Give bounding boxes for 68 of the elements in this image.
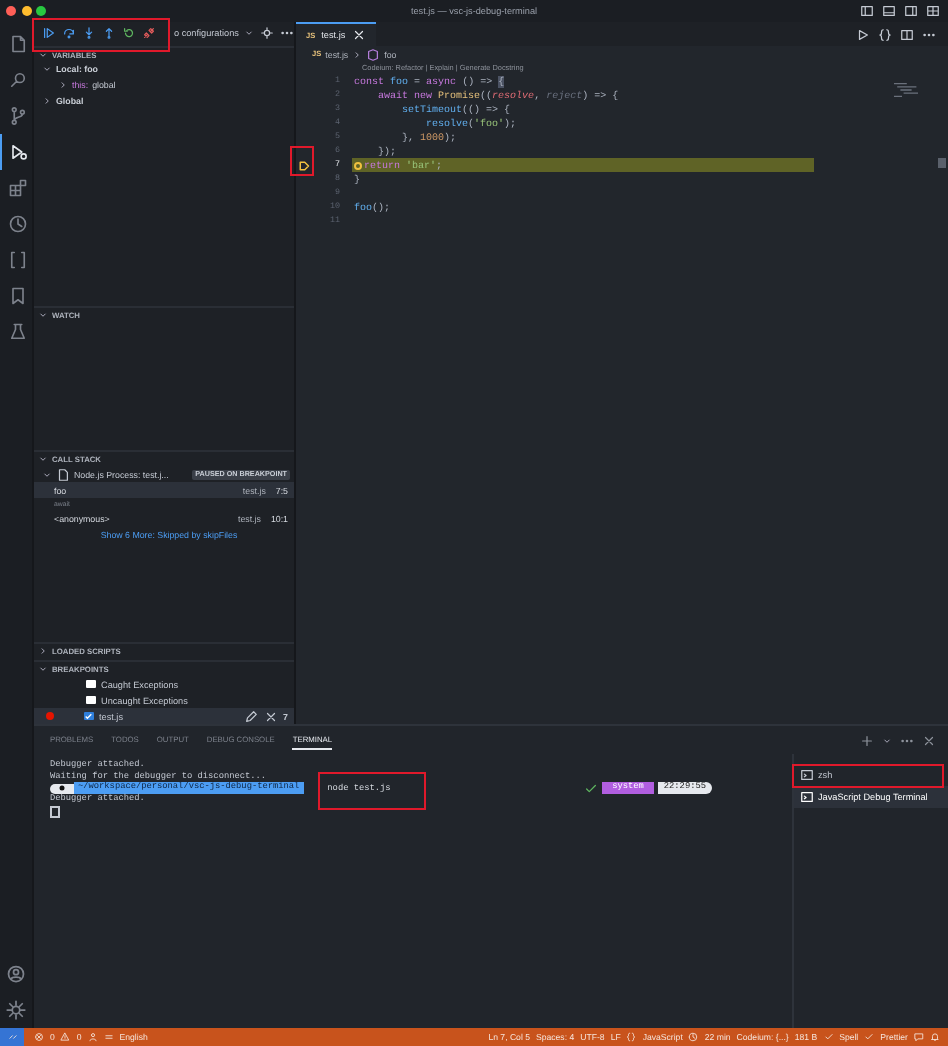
chevron-down-icon[interactable] <box>38 49 48 60</box>
clock-icon <box>7 214 27 234</box>
highlight-frame <box>290 146 314 176</box>
terminal-cursor <box>50 805 59 818</box>
checkbox[interactable] <box>86 679 95 689</box>
brackets-icon <box>7 250 27 270</box>
warning-icon <box>60 1032 71 1042</box>
breakpoint-dot[interactable] <box>46 712 54 720</box>
settings-icon[interactable] <box>6 1000 26 1020</box>
scrollbar-thumb[interactable] <box>938 158 946 168</box>
remote-icon <box>7 1032 17 1042</box>
chevron-down-icon[interactable] <box>244 28 255 39</box>
highlight-frame <box>318 772 426 810</box>
check-icon <box>584 781 599 795</box>
check-icon <box>823 1032 834 1042</box>
zoom-button[interactable] <box>36 6 46 16</box>
debug-pointer-icon <box>298 159 310 171</box>
extensions-icon <box>7 178 27 198</box>
restart-icon[interactable] <box>122 26 136 41</box>
chevron-right-icon[interactable] <box>352 49 363 59</box>
minimize-button[interactable] <box>21 6 31 16</box>
braces-icon[interactable] <box>878 27 892 41</box>
close-button[interactable] <box>6 6 16 16</box>
bookmark-icon <box>7 286 27 306</box>
person-icon <box>87 1032 98 1042</box>
continue-icon[interactable] <box>42 26 56 41</box>
search-icon <box>7 70 27 90</box>
chevron-right-icon[interactable] <box>42 96 52 107</box>
error-icon <box>34 1032 44 1042</box>
terminal-icon <box>800 768 814 782</box>
chevron-right-icon[interactable] <box>58 80 68 91</box>
checkbox[interactable] <box>84 711 93 721</box>
step-over-icon[interactable] <box>62 26 76 41</box>
clock-icon <box>688 1032 699 1042</box>
flask-icon <box>7 322 27 342</box>
files-icon <box>7 34 27 54</box>
chevron-down-icon[interactable] <box>882 735 892 745</box>
terminal-icon <box>800 790 814 804</box>
chevron-down-icon[interactable] <box>38 664 48 674</box>
close-icon[interactable] <box>263 709 278 723</box>
step-out-icon[interactable] <box>102 26 116 41</box>
braces-icon <box>626 1032 637 1042</box>
lines-icon <box>103 1032 114 1042</box>
check-icon <box>864 1032 875 1042</box>
pencil-icon[interactable] <box>243 709 258 723</box>
chevron-right-icon[interactable] <box>38 646 48 657</box>
branch-icon <box>7 106 27 126</box>
split-layout-icon[interactable] <box>904 4 918 18</box>
split-editor-icon[interactable] <box>900 27 914 41</box>
grid-layout-icon[interactable] <box>926 4 940 18</box>
chevron-down-icon[interactable] <box>38 310 48 321</box>
step-into-icon[interactable] <box>82 26 96 41</box>
activity-tab[interactable] <box>0 134 32 170</box>
run-icon[interactable] <box>856 27 870 41</box>
settings-icon[interactable] <box>260 26 275 41</box>
plus-icon[interactable] <box>860 733 874 747</box>
disconnect-icon[interactable] <box>142 26 156 41</box>
bell-icon[interactable] <box>930 1032 940 1042</box>
panel-layout-icon[interactable] <box>882 4 896 18</box>
play-bug-icon <box>7 142 27 162</box>
highlight-frame <box>32 18 170 52</box>
file-icon <box>56 467 70 482</box>
chevron-down-icon[interactable] <box>42 469 52 480</box>
chevron-down-icon[interactable] <box>42 64 52 75</box>
account-icon[interactable] <box>6 964 26 984</box>
sidebar-layout-icon[interactable] <box>860 4 874 18</box>
chevron-down-icon[interactable] <box>38 454 48 465</box>
checkbox[interactable] <box>86 695 95 705</box>
